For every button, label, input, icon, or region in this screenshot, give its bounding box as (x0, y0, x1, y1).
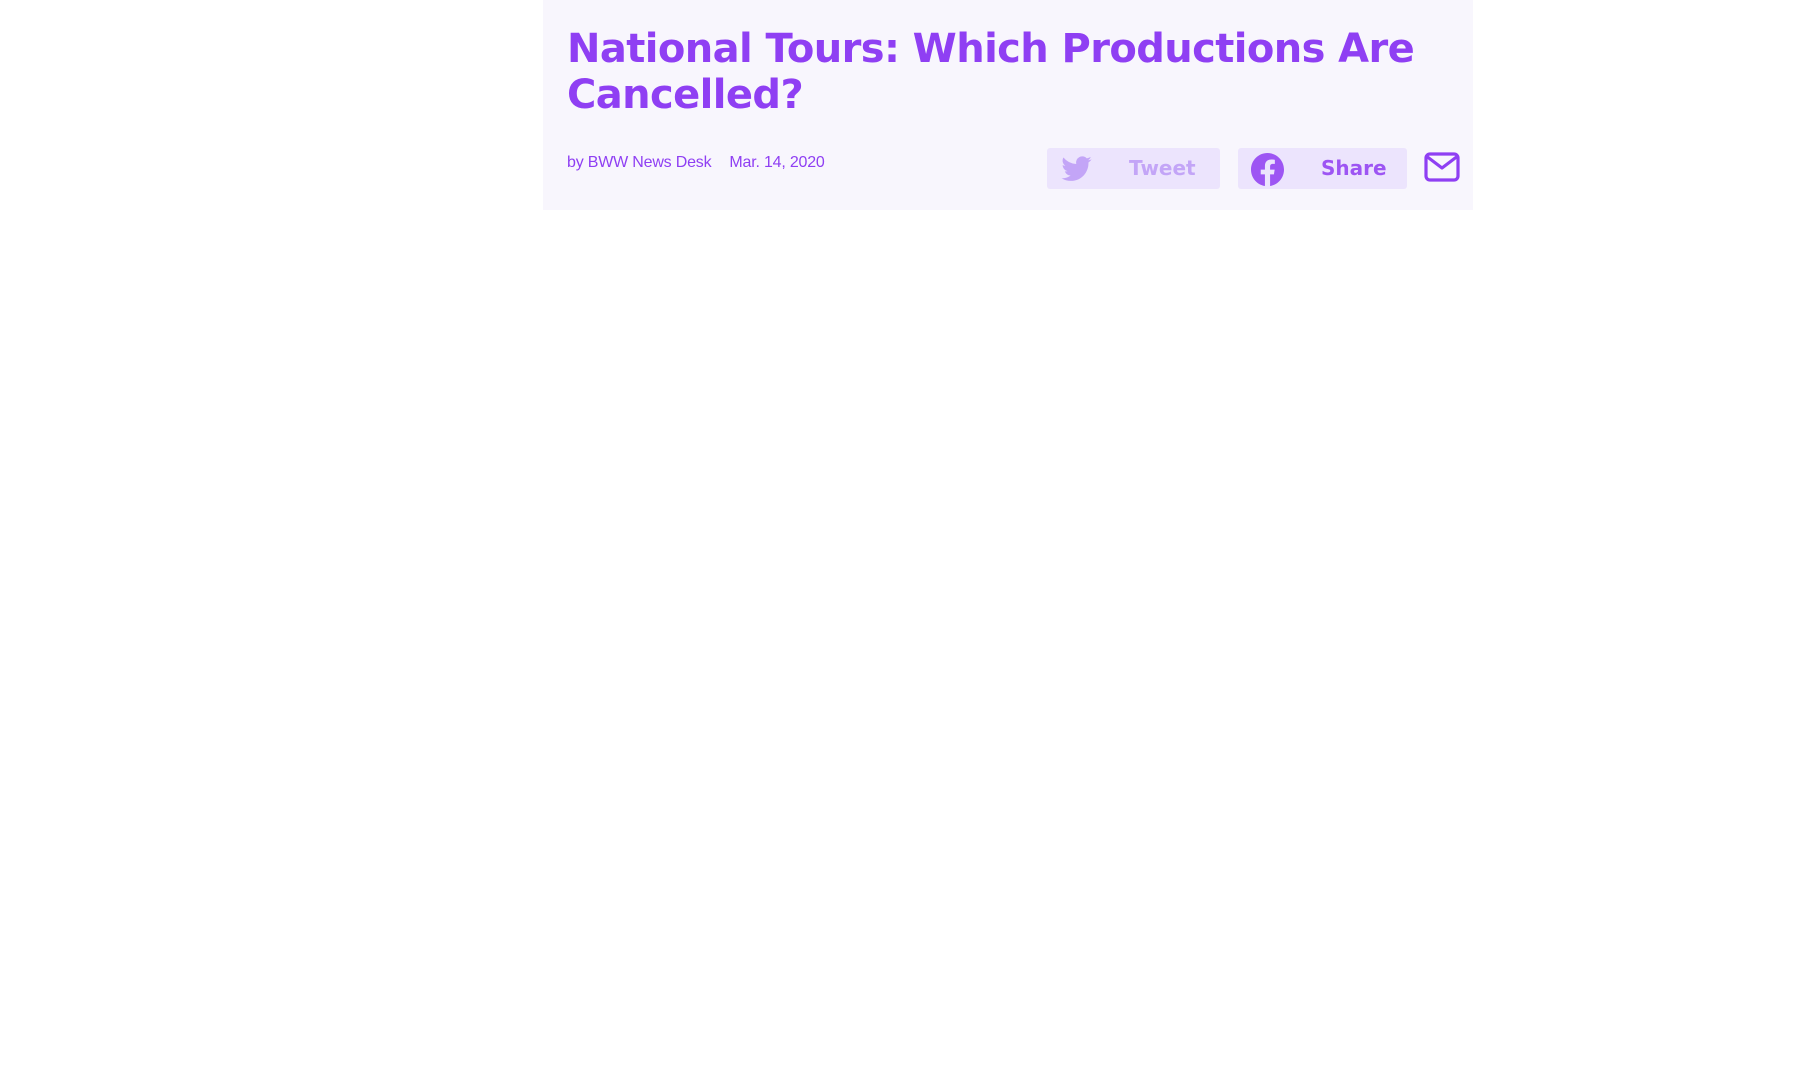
publish-date: Mar. 14, 2020 (729, 154, 825, 171)
facebook-icon (1251, 153, 1284, 186)
byline-row: by BWW News Desk Mar. 14, 2020 (567, 154, 825, 172)
facebook-share-button[interactable]: Share (1238, 148, 1407, 189)
tweet-label: Tweet (1129, 156, 1196, 180)
facebook-share-label: Share (1321, 156, 1387, 180)
twitter-bird-icon (1061, 156, 1092, 181)
tweet-button[interactable]: Tweet (1047, 148, 1220, 189)
article-header: National Tours: Which Productions Are Ca… (543, 0, 1473, 210)
article-title: National Tours: Which Productions Are Ca… (567, 26, 1415, 118)
author-byline[interactable]: by BWW News Desk (567, 154, 712, 171)
envelope-icon[interactable] (1424, 152, 1460, 182)
